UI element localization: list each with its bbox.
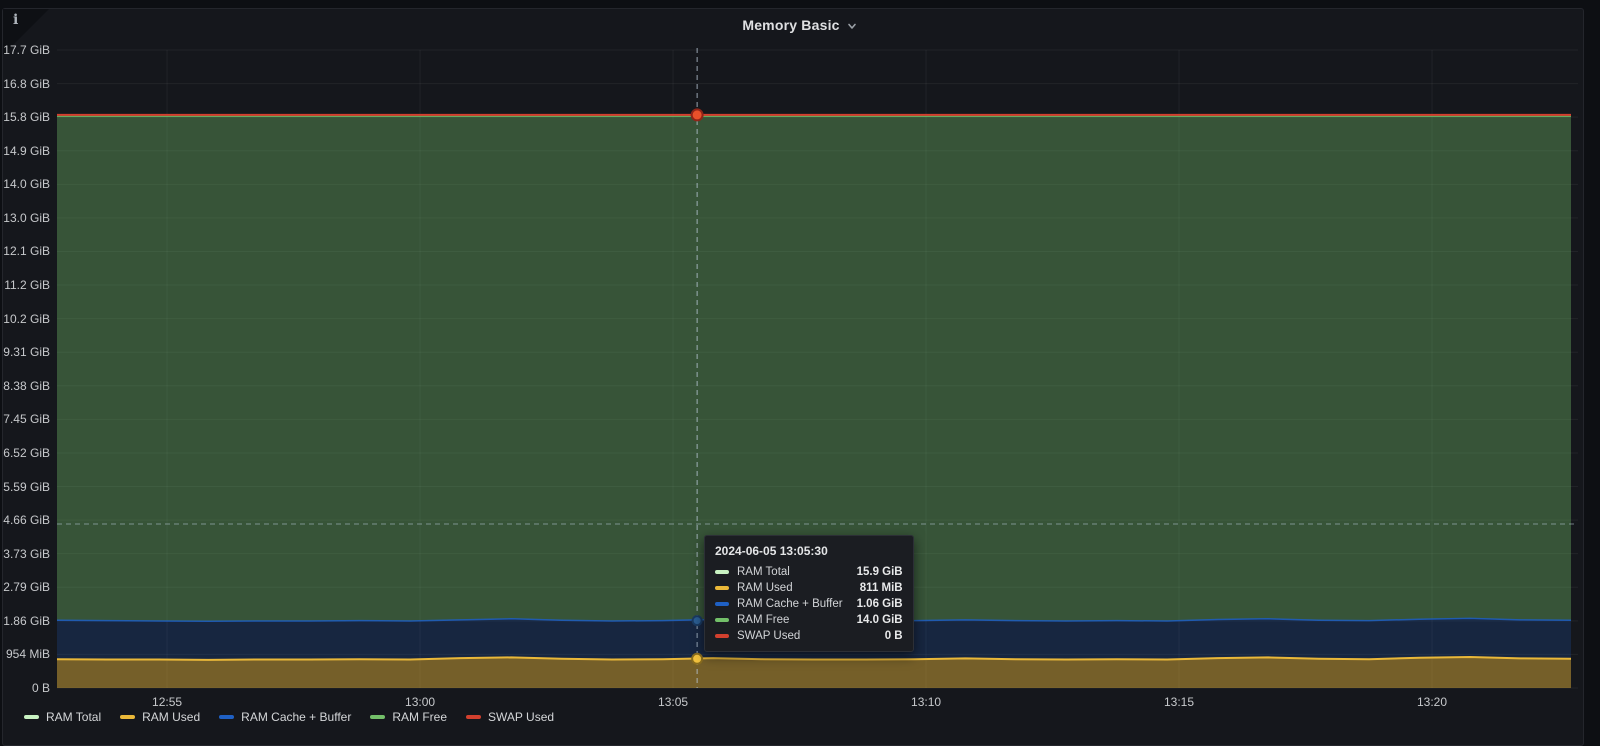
legend-label: RAM Total [46, 710, 101, 724]
tooltip-rows: RAM Total 15.9 GiB RAM Used 811 MiB RAM Cach… [715, 564, 903, 644]
x-axis-label: 13:00 [385, 695, 455, 709]
y-axis-label: 14.9 GiB [0, 144, 50, 159]
y-axis-label: 4.66 GiB [0, 513, 50, 528]
tooltip-series-label: RAM Cache + Buffer [737, 598, 843, 610]
tooltip-series-swatch-icon [715, 602, 729, 606]
legend-swatch-icon [24, 715, 39, 719]
legend-swatch-icon [466, 715, 481, 719]
tooltip-series-swatch-icon [715, 586, 729, 590]
legend-label: RAM Cache + Buffer [241, 710, 351, 724]
y-axis-label: 7.45 GiB [0, 412, 50, 427]
y-axis-label: 14.0 GiB [0, 177, 50, 192]
crosshair-point [692, 109, 703, 120]
tooltip: 2024-06-05 13:05:30 RAM Total15.9 GiBRAM… [704, 535, 914, 652]
tooltip-series-swatch-icon [715, 618, 729, 622]
tooltip-series-label: RAM Total [737, 566, 790, 578]
y-axis-label: 17.7 GiB [0, 43, 50, 58]
legend-label: SWAP Used [488, 710, 554, 724]
x-axis-label: 13:20 [1397, 695, 1467, 709]
y-axis-label: 9.31 GiB [0, 345, 50, 360]
tooltip-series-value: 14.0 GiB [857, 614, 903, 626]
legend-item[interactable]: RAM Cache + Buffer [219, 710, 351, 724]
y-axis-label: 16.8 GiB [0, 77, 50, 92]
tooltip-series-value: 0 B [885, 630, 903, 642]
legend-item[interactable]: RAM Free [370, 710, 447, 724]
tooltip-series-value: 1.06 GiB [857, 598, 903, 610]
y-axis-label: 1.86 GiB [0, 614, 50, 629]
crosshair-point [692, 654, 702, 664]
x-axis-label: 12:55 [132, 695, 202, 709]
tooltip-series-label: RAM Free [737, 614, 789, 626]
tooltip-series-value: 15.9 GiB [857, 566, 903, 578]
legend-swatch-icon [120, 715, 135, 719]
y-axis-label: 12.1 GiB [0, 244, 50, 259]
tooltip-row: RAM Total 15.9 GiB [715, 564, 903, 580]
tooltip-series-swatch-icon [715, 634, 729, 638]
x-axis-label: 13:05 [638, 695, 708, 709]
tooltip-timestamp: 2024-06-05 13:05:30 [715, 544, 903, 558]
tooltip-series-swatch-icon [715, 570, 729, 574]
y-axis-label: 13.0 GiB [0, 211, 50, 226]
tooltip-row: SWAP Used 0 B [715, 628, 903, 644]
legend-item[interactable]: RAM Total [24, 710, 101, 724]
tooltip-row: RAM Free 14.0 GiB [715, 612, 903, 628]
legend: RAM Total RAM Used RAM Cache + Buffer RAM F… [24, 710, 554, 724]
y-axis-label: 10.2 GiB [0, 312, 50, 327]
legend-swatch-icon [219, 715, 234, 719]
legend-label: RAM Used [142, 710, 200, 724]
legend-item[interactable]: SWAP Used [466, 710, 554, 724]
y-axis-label: 2.79 GiB [0, 580, 50, 595]
tooltip-series-value: 811 MiB [860, 582, 903, 594]
y-axis-label: 15.8 GiB [0, 110, 50, 125]
y-axis-label: 6.52 GiB [0, 446, 50, 461]
y-axis-label: 11.2 GiB [0, 278, 50, 293]
y-axis-label: 8.38 GiB [0, 379, 50, 394]
legend-item[interactable]: RAM Used [120, 710, 200, 724]
tooltip-row: RAM Cache + Buffer 1.06 GiB [715, 596, 903, 612]
y-axis-label: 954 MiB [0, 647, 50, 662]
tooltip-series-label: RAM Used [737, 582, 793, 594]
x-axis-label: 13:15 [1144, 695, 1214, 709]
tooltip-series-label: SWAP Used [737, 630, 800, 642]
y-axis-label: 3.73 GiB [0, 547, 50, 562]
area-ram-used [57, 657, 1571, 688]
tooltip-row: RAM Used 811 MiB [715, 580, 903, 596]
y-axis-label: 0 B [0, 681, 50, 696]
crosshair-point [693, 616, 702, 625]
legend-label: RAM Free [392, 710, 447, 724]
legend-swatch-icon [370, 715, 385, 719]
y-axis-label: 5.59 GiB [0, 480, 50, 495]
x-axis-label: 13:10 [891, 695, 961, 709]
